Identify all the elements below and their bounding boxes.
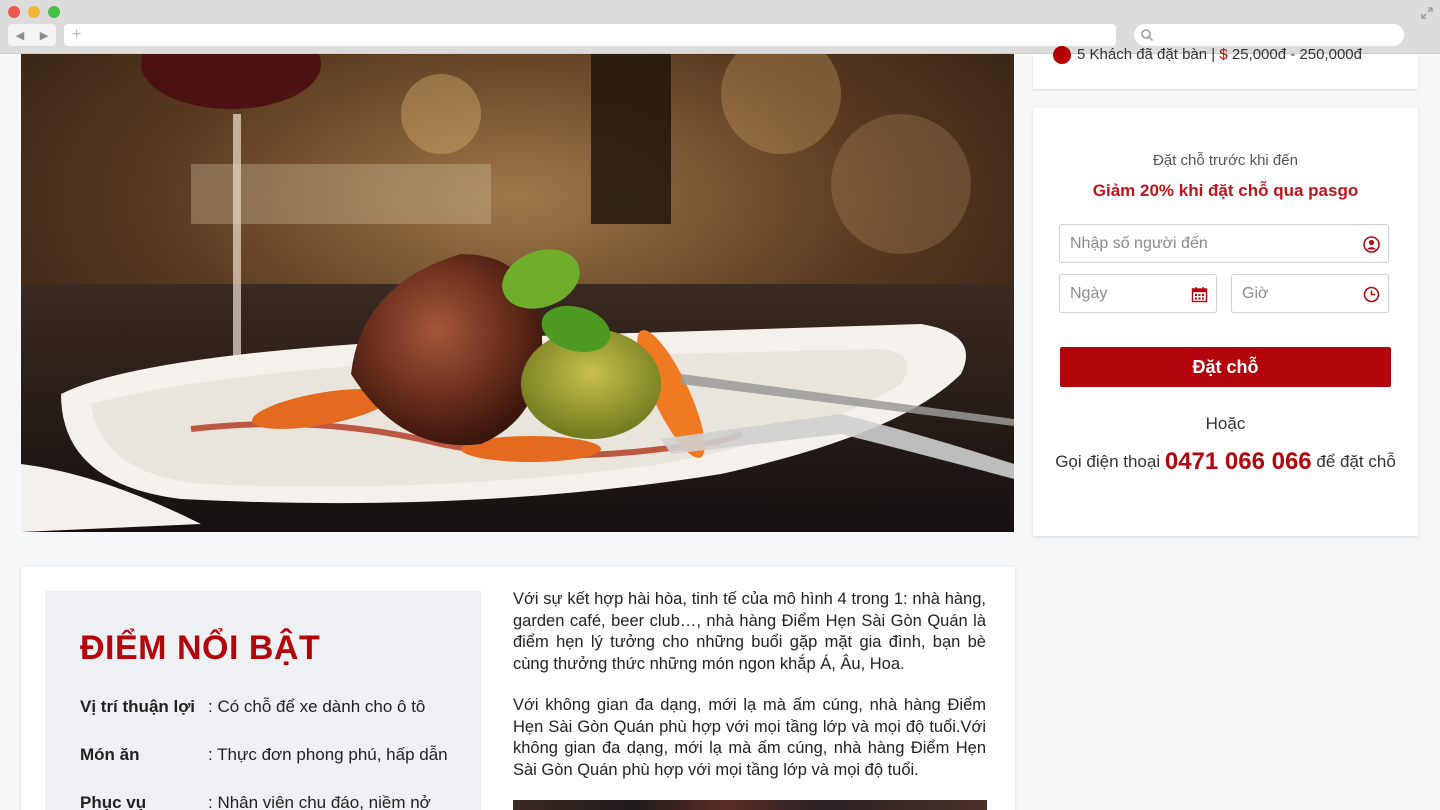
restaurant-info-card: 5 Khách đã đặt bàn | $ 25,000đ - 250,000… — [1033, 46, 1418, 89]
book-button[interactable]: Đặt chỗ — [1060, 347, 1391, 387]
phone-number-link[interactable]: 0471 066 066 — [1165, 448, 1312, 475]
booking-card: Đặt chỗ trước khi đến Giảm 20% khi đặt c… — [1033, 108, 1418, 536]
call-prefix: Gọi điện thoại — [1055, 452, 1165, 471]
price-range-text: 25,000đ - 250,000đ — [1227, 46, 1362, 63]
price-symbol: $ — [1219, 46, 1228, 63]
clock-icon — [1363, 286, 1380, 303]
search-icon — [1141, 29, 1154, 42]
booked-count-text: 5 Khách đã đặt bàn | — [1077, 46, 1220, 63]
restaurant-gallery-photo — [513, 800, 987, 810]
user-icon — [1363, 236, 1380, 253]
highlight-key: Món ăn — [80, 745, 140, 764]
or-label: Hoặc — [1205, 414, 1246, 433]
highlight-value: : Có chỗ để xe dành cho ô tô — [208, 697, 426, 716]
description-paragraph: Với không gian đa dạng, mới lạ mà ấm cún… — [513, 696, 986, 779]
highlights-title: ĐIỂM NỔI BẬT — [80, 629, 321, 667]
time-field[interactable] — [1231, 274, 1389, 313]
forward-arrow-icon[interactable]: ▶ — [40, 29, 48, 42]
call-to-book-line: Gọi điện thoại 0471 066 066 để đặt chỗ — [1033, 448, 1418, 476]
description-paragraph: Với sự kết hợp hài hòa, tinh tế của mô h… — [513, 590, 986, 673]
steak-dish-illustration — [21, 54, 1014, 532]
browser-search-bar[interactable] — [1134, 24, 1404, 46]
booking-title: Đặt chỗ trước khi đến — [1153, 152, 1298, 169]
booking-promo: Giảm 20% khi đặt chỗ qua pasgo — [1092, 181, 1359, 200]
user-icon — [1053, 46, 1071, 65]
expand-icon[interactable] — [1420, 6, 1434, 20]
restaurant-content-card: ĐIỂM NỔI BẬT Vị trí thuận lợi : Có chỗ để… — [21, 567, 1015, 810]
highlight-value: : Nhân viên chu đáo, niềm nở — [208, 793, 431, 810]
date-field[interactable] — [1059, 274, 1217, 313]
new-tab-icon[interactable]: + — [72, 24, 81, 46]
guests-input[interactable] — [1060, 225, 1388, 262]
maximize-window-dot[interactable] — [48, 6, 60, 18]
highlight-row: Vị trí thuận lợi : Có chỗ để xe dành cho … — [80, 697, 425, 717]
booking-stats-line: 5 Khách đã đặt bàn | $ 25,000đ - 250,000… — [1053, 46, 1362, 65]
nav-buttons: ◀ ▶ — [8, 24, 56, 46]
highlight-key: Phục vụ — [80, 793, 147, 810]
highlight-key: Vị trí thuận lợi — [80, 697, 196, 716]
highlights-panel: ĐIỂM NỔI BẬT Vị trí thuận lợi : Có chỗ để… — [45, 591, 481, 810]
guests-field[interactable] — [1059, 224, 1389, 263]
close-window-dot[interactable] — [8, 6, 20, 18]
minimize-window-dot[interactable] — [28, 6, 40, 18]
restaurant-hero-photo — [21, 54, 1014, 532]
call-suffix: để đặt chỗ — [1311, 452, 1396, 471]
highlight-row: Phục vụ : Nhân viên chu đáo, niềm nở — [80, 793, 431, 810]
highlight-value: : Thực đơn phong phú, hấp dẫn — [208, 745, 448, 764]
address-bar[interactable] — [64, 24, 1116, 46]
back-arrow-icon[interactable]: ◀ — [16, 29, 24, 42]
highlight-row: Món ăn : Thực đơn phong phú, hấp dẫn — [80, 745, 448, 765]
calendar-icon — [1191, 287, 1208, 303]
